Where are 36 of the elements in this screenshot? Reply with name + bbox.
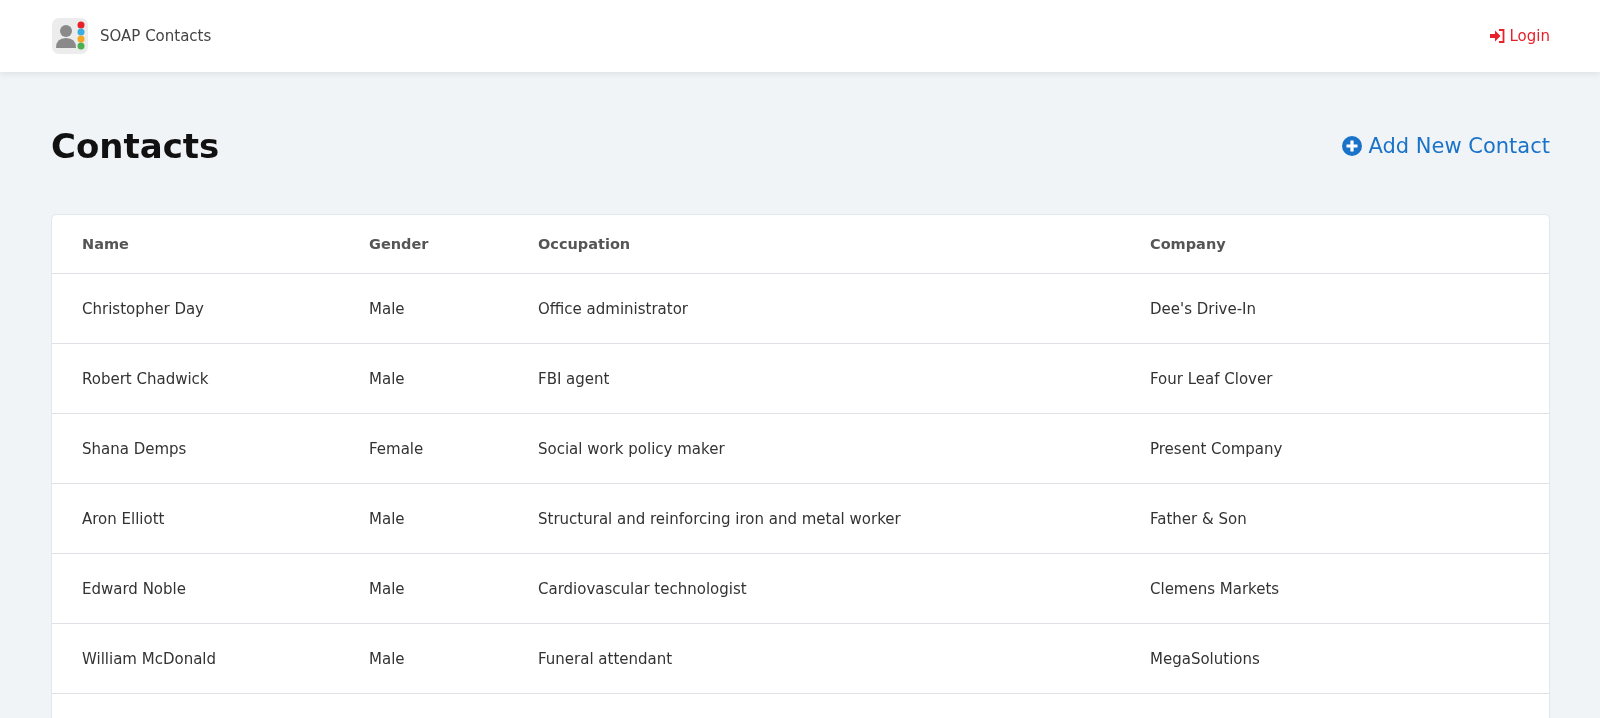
table-cell-text: Aron Elliott <box>81 509 166 528</box>
login-link[interactable]: Login <box>1489 27 1550 45</box>
table-cell-text: Male <box>368 299 406 318</box>
brand-link[interactable]: SOAP Contacts <box>52 18 212 54</box>
table-cell-text: Funeral attendant <box>537 649 674 668</box>
table-cell-text: Present Company <box>1149 439 1284 458</box>
column-header: Company <box>1149 236 1227 252</box>
page-title: Contacts <box>51 126 220 166</box>
add-contact-link[interactable]: Add New Contact <box>1342 134 1550 158</box>
table-cell-text: Male <box>368 369 406 388</box>
table-cell-text: Clemens Markets <box>1149 579 1281 598</box>
table-cell-text: Robert Chadwick <box>81 369 210 388</box>
table-cell-text: Four Leaf Clover <box>1149 369 1274 388</box>
table-cell-text: FBI agent <box>537 369 611 388</box>
table-cell-text: Male <box>368 649 406 668</box>
column-header: Name <box>81 236 130 252</box>
table-cell-text: Office administrator <box>537 299 689 318</box>
table-cell-text: William McDonald <box>81 649 218 668</box>
table-cell-text: Female <box>368 439 425 458</box>
table-cell-text: Christopher Day <box>81 299 205 318</box>
table-cell-text: Father & Son <box>1149 509 1248 528</box>
brand-name: SOAP Contacts <box>100 27 212 45</box>
table-cell-text: Cardiovascular technologist <box>537 579 748 598</box>
plus-circle-icon <box>1342 136 1363 156</box>
table-cell-text: Male <box>368 509 406 528</box>
login-arrow-icon <box>1489 29 1505 43</box>
table-cell-text: Dee's Drive-In <box>1149 299 1258 318</box>
contacts-logo-icon <box>52 18 88 54</box>
table-cell-text: Male <box>368 579 406 598</box>
table-cell-text: Structural and reinforcing iron and metal worker <box>537 509 902 528</box>
table-cell-text: Edward Noble <box>81 579 187 598</box>
table-cell-text: Social work policy maker <box>537 439 726 458</box>
table-cell-text: Shana Demps <box>81 439 188 458</box>
column-header: Gender <box>368 236 430 252</box>
column-header: Occupation <box>537 236 632 252</box>
table-cell-text: MegaSolutions <box>1149 649 1261 668</box>
